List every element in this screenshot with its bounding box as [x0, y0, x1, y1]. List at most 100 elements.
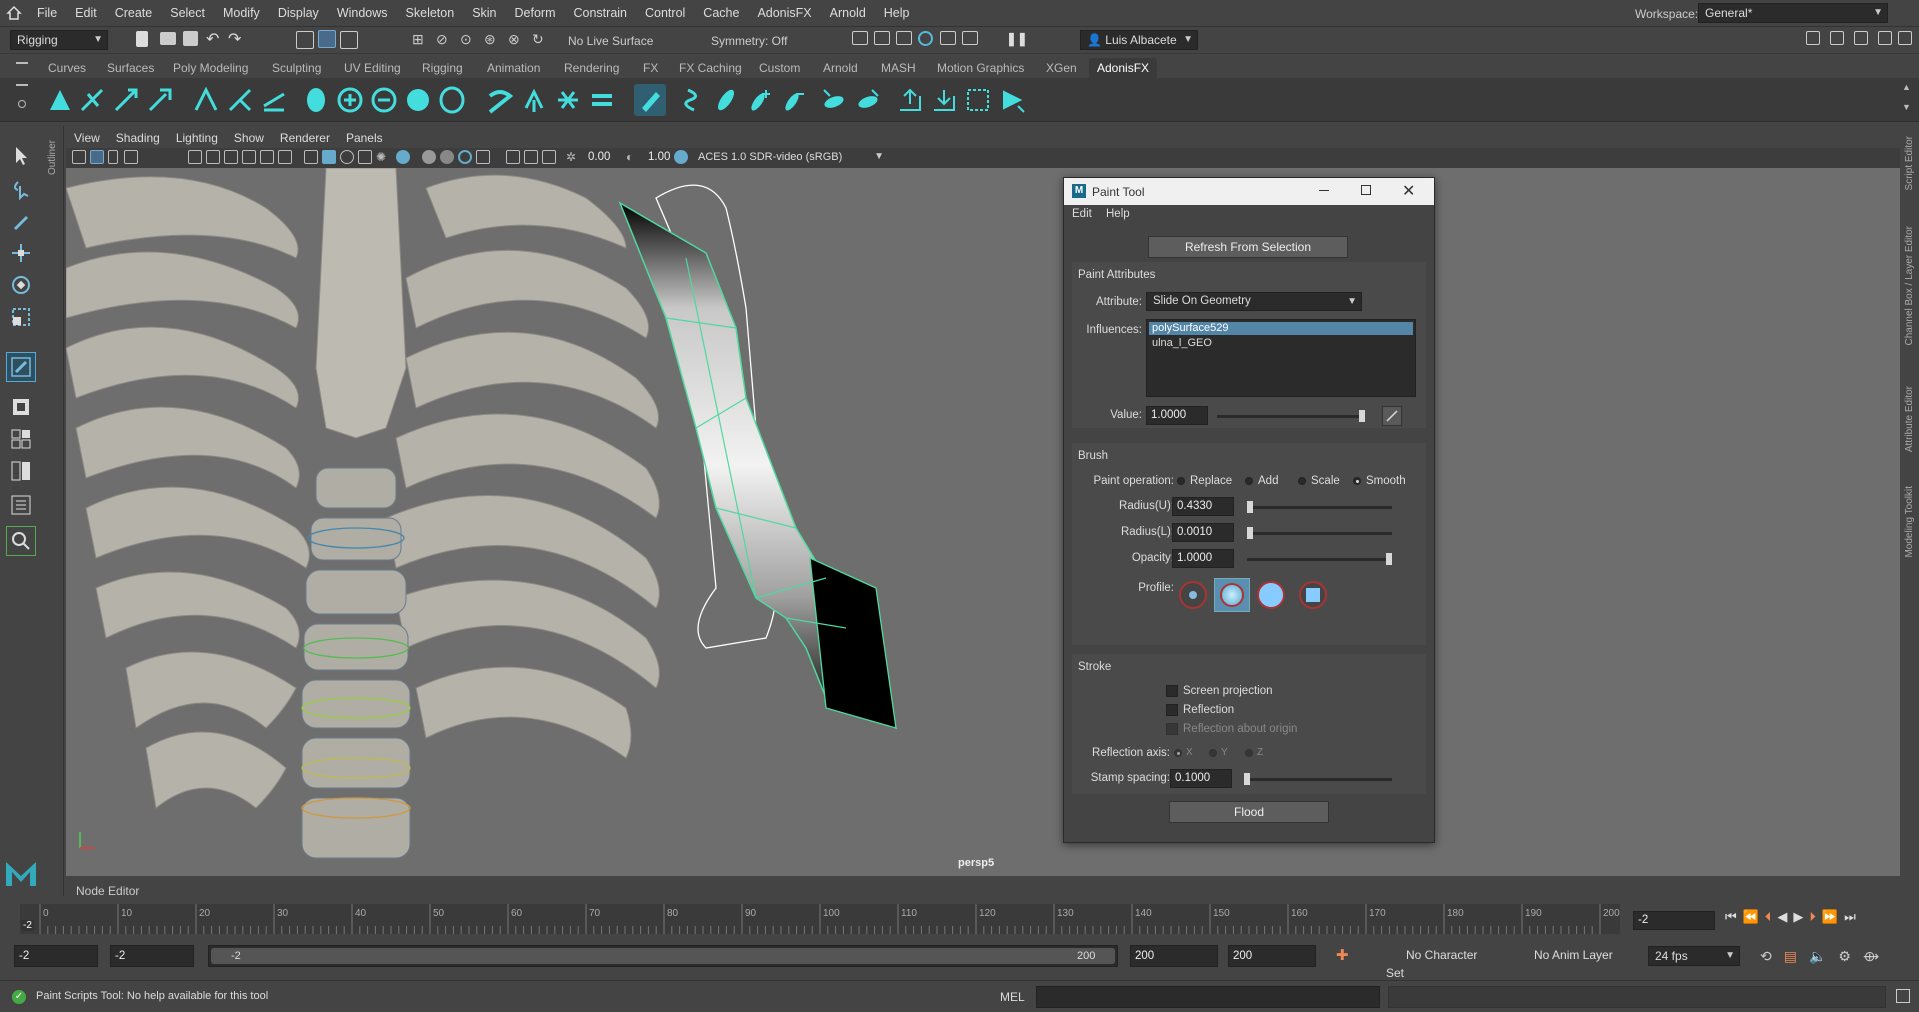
- axis-x-radio[interactable]: [1174, 749, 1182, 757]
- render-view-icon[interactable]: [940, 31, 956, 45]
- layout-four-icon[interactable]: [6, 424, 36, 454]
- anim-layer-dropdown[interactable]: No Anim Layer: [1508, 946, 1628, 966]
- menu-constrain[interactable]: Constrain: [565, 0, 637, 27]
- face-add-icon[interactable]: [334, 84, 366, 116]
- perspective-viewport[interactable]: persp5: [66, 168, 1901, 876]
- exposure-field[interactable]: 0.00: [584, 149, 624, 168]
- attachment-icon[interactable]: [76, 84, 108, 116]
- paint-attributes-icon[interactable]: [634, 84, 666, 116]
- fiber-icon[interactable]: [144, 84, 176, 116]
- time-ruler[interactable]: 0 10 20 30 40 50 60 70 80 90 100 110 120 130 140 150 160…: [20, 904, 1620, 934]
- muscle-mirror-icon[interactable]: [818, 84, 850, 116]
- tab-xgen[interactable]: XGen: [1038, 58, 1085, 78]
- radius-l-slider[interactable]: [1247, 527, 1392, 539]
- radius-u-field[interactable]: 0.4330: [1172, 497, 1234, 516]
- ipr-render-icon[interactable]: [874, 31, 890, 45]
- outliner-layout-icon[interactable]: [6, 490, 36, 520]
- symmetry-label[interactable]: Symmetry: Off: [711, 34, 787, 48]
- vp-menu-renderer[interactable]: Renderer: [272, 128, 338, 148]
- attribute-editor-tab[interactable]: Attribute Editor: [1904, 386, 1915, 452]
- radius-l-field[interactable]: 0.0010: [1172, 523, 1234, 542]
- vp-menu-lighting[interactable]: Lighting: [168, 128, 226, 148]
- tab-motion-graphics[interactable]: Motion Graphics: [929, 58, 1032, 78]
- tab-uv-editing[interactable]: UV Editing: [336, 58, 409, 78]
- gamma-icon[interactable]: ◐: [626, 150, 640, 164]
- film-gate-icon[interactable]: [206, 150, 220, 164]
- menu-skeleton[interactable]: Skeleton: [397, 0, 464, 27]
- play-forwards-icon[interactable]: ▶: [1793, 909, 1803, 925]
- reflection-origin-checkbox[interactable]: [1166, 723, 1178, 735]
- render-settings-icon[interactable]: [896, 31, 912, 45]
- loop-icon[interactable]: ⟲: [1760, 948, 1772, 965]
- sound-icon[interactable]: 🔈: [1809, 948, 1826, 965]
- influence-item-selected[interactable]: polySurface529: [1149, 322, 1413, 335]
- flood-button[interactable]: Flood: [1169, 801, 1329, 823]
- ambient-occlusion-icon[interactable]: [422, 150, 436, 164]
- anim-preferences-icon[interactable]: ⚙: [1838, 948, 1851, 965]
- axis-y-radio[interactable]: [1209, 749, 1217, 757]
- scale-tool-icon[interactable]: [6, 302, 36, 332]
- step-back-key-icon[interactable]: ⏪: [1743, 909, 1759, 925]
- shelf-menu-icon[interactable]: [16, 62, 28, 64]
- wireframe-icon[interactable]: [304, 150, 318, 164]
- character-set-dropdown[interactable]: No Character Set: [1380, 946, 1500, 980]
- opacity-slider-handle[interactable]: [1386, 553, 1392, 565]
- stamp-spacing-field[interactable]: 0.1000: [1170, 769, 1232, 788]
- screen-projection-label[interactable]: Screen projection: [1183, 685, 1273, 697]
- node-editor-bar[interactable]: Node Editor: [66, 882, 1901, 900]
- home-icon[interactable]: [6, 5, 22, 21]
- muscle-create-icon[interactable]: [44, 84, 76, 116]
- value-slider-handle[interactable]: [1359, 410, 1365, 422]
- script-editor-tab[interactable]: Script Editor: [1904, 136, 1915, 190]
- paint-select-tool-icon[interactable]: [6, 206, 36, 236]
- value-slider[interactable]: [1217, 410, 1365, 422]
- wireframe-on-shaded-icon[interactable]: [340, 150, 354, 164]
- value-field[interactable]: 1.0000: [1146, 406, 1208, 425]
- sidebar-toggle-icon[interactable]: [1806, 31, 1820, 45]
- move-tool-icon[interactable]: [6, 238, 36, 268]
- user-login-dropdown[interactable]: 👤 Luis Albacete ▼: [1080, 30, 1198, 50]
- search-icon[interactable]: [6, 526, 36, 556]
- tab-surfaces[interactable]: Surfaces: [99, 58, 162, 78]
- layout-single-icon[interactable]: [6, 392, 36, 422]
- lights-icon[interactable]: ✺: [376, 150, 390, 164]
- add-label[interactable]: Add: [1258, 475, 1278, 487]
- open-scene-icon[interactable]: [160, 32, 176, 45]
- redo-icon[interactable]: ↷: [228, 31, 246, 49]
- maximize-icon[interactable]: [1361, 185, 1371, 195]
- menu-arnold[interactable]: Arnold: [821, 0, 875, 27]
- textured-icon[interactable]: [358, 150, 372, 164]
- pause-viewport-icon[interactable]: ❚❚: [1006, 31, 1028, 49]
- channel-box-toggle-icon[interactable]: [1830, 31, 1844, 45]
- modeling-toolkit-toggle-icon[interactable]: [1898, 31, 1912, 45]
- select-object-icon[interactable]: [318, 30, 336, 48]
- pt-menu-help[interactable]: Help: [1106, 208, 1130, 220]
- pt-menu-edit[interactable]: Edit: [1072, 208, 1092, 220]
- ribbon-create-icon[interactable]: [484, 84, 516, 116]
- menu-modify[interactable]: Modify: [214, 0, 269, 27]
- snap-surface-icon[interactable]: ⊗: [508, 31, 526, 49]
- cache-playback-icon[interactable]: ▤: [1784, 948, 1797, 965]
- workspace-dropdown[interactable]: General* ▼: [1698, 3, 1888, 23]
- slide-attachment-icon[interactable]: [110, 84, 142, 116]
- modeling-toolkit-tab[interactable]: Modeling Toolkit: [1904, 486, 1915, 558]
- influences-list[interactable]: polySurface529 ulna_l_GEO: [1146, 319, 1416, 397]
- profile-gaussian-icon[interactable]: [1179, 581, 1207, 609]
- key-ticks-icon[interactable]: ⟴: [1863, 948, 1879, 965]
- axis-x-label[interactable]: X: [1186, 747, 1193, 758]
- command-type-label[interactable]: MEL: [1000, 990, 1025, 1004]
- vp-menu-view[interactable]: View: [66, 128, 108, 148]
- fps-dropdown[interactable]: 24 fps ▼: [1648, 946, 1740, 966]
- menu-deform[interactable]: Deform: [506, 0, 565, 27]
- axis-z-radio[interactable]: [1245, 749, 1253, 757]
- shelf-settings-icon[interactable]: [16, 84, 28, 86]
- export-icon[interactable]: [894, 84, 926, 116]
- muscle-export-icon[interactable]: [852, 84, 884, 116]
- step-forward-frame-icon[interactable]: ⏵: [1809, 909, 1816, 925]
- snap-grid-icon[interactable]: ⊞: [412, 31, 430, 49]
- go-to-end-icon[interactable]: ⏭: [1844, 909, 1856, 925]
- reflection-origin-label[interactable]: Reflection about origin: [1183, 723, 1297, 735]
- range-slider-bar-fill[interactable]: [211, 948, 1115, 964]
- layout-two-icon[interactable]: [6, 456, 36, 486]
- save-scene-icon[interactable]: [183, 31, 198, 46]
